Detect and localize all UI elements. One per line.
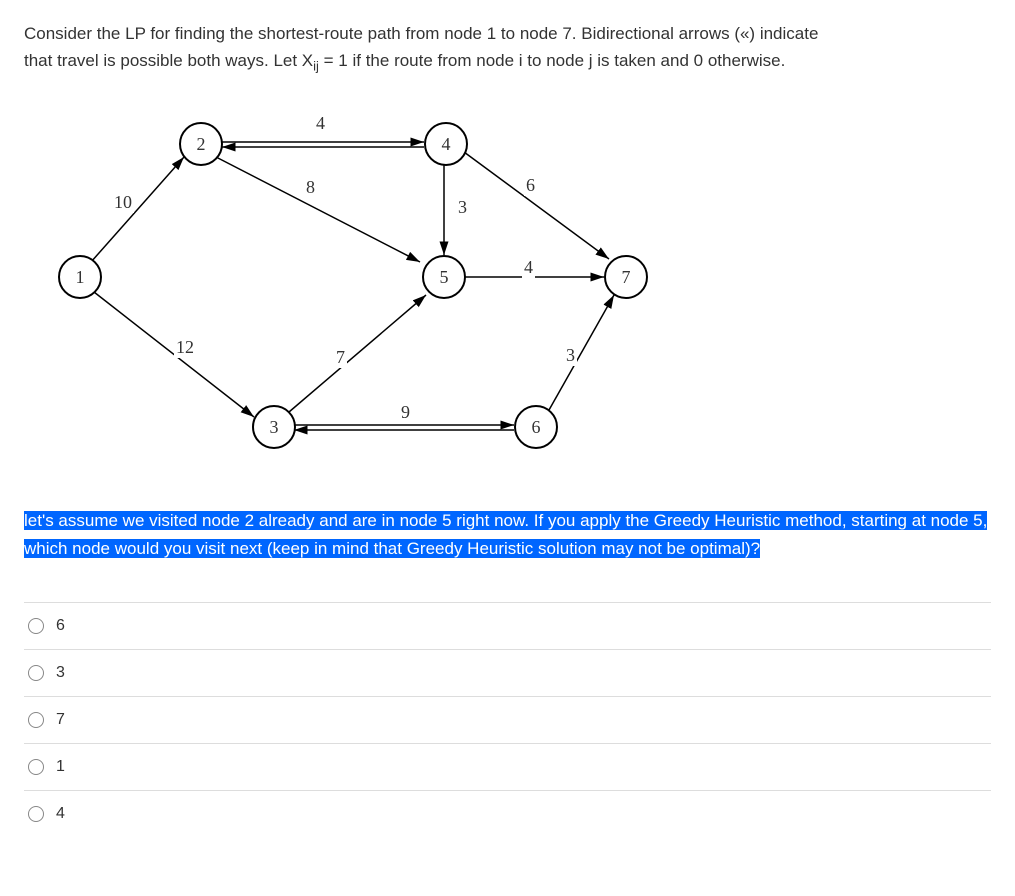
weight-1-3: 12 xyxy=(174,337,196,358)
option-label: 7 xyxy=(56,711,65,729)
option-6[interactable]: 6 xyxy=(24,603,991,650)
answer-options: 6 3 7 1 4 xyxy=(24,602,991,837)
radio-icon xyxy=(28,759,44,775)
weight-2-4: 4 xyxy=(314,113,327,134)
option-label: 1 xyxy=(56,758,65,776)
option-7[interactable]: 7 xyxy=(24,697,991,744)
question-line2a: that travel is possible both ways. Let X xyxy=(24,51,313,70)
graph-edges xyxy=(44,97,694,477)
weight-1-2: 10 xyxy=(112,192,134,213)
option-4[interactable]: 4 xyxy=(24,791,991,837)
question-intro: Consider the LP for finding the shortest… xyxy=(24,20,991,77)
option-1[interactable]: 1 xyxy=(24,744,991,791)
question-line2b: = 1 if the route from node i to node j i… xyxy=(319,51,785,70)
option-label: 4 xyxy=(56,805,65,823)
option-3[interactable]: 3 xyxy=(24,650,991,697)
weight-2-5: 8 xyxy=(304,177,317,198)
graph-diagram: 1 2 4 5 7 3 6 10 4 8 3 6 4 12 7 9 3 xyxy=(44,97,694,477)
radio-icon xyxy=(28,806,44,822)
option-label: 3 xyxy=(56,664,65,682)
radio-icon xyxy=(28,618,44,634)
question-line1: Consider the LP for finding the shortest… xyxy=(24,24,818,43)
weight-6-7: 3 xyxy=(564,345,577,366)
weight-3-5: 7 xyxy=(334,347,347,368)
radio-icon xyxy=(28,665,44,681)
option-label: 6 xyxy=(56,617,65,635)
weight-3-6: 9 xyxy=(399,402,412,423)
highlighted-text: let's assume we visited node 2 already a… xyxy=(24,511,987,557)
radio-icon xyxy=(28,712,44,728)
weight-4-5: 3 xyxy=(456,197,469,218)
highlighted-question: let's assume we visited node 2 already a… xyxy=(24,507,991,561)
weight-4-7: 6 xyxy=(524,175,537,196)
weight-5-7: 4 xyxy=(522,257,535,278)
